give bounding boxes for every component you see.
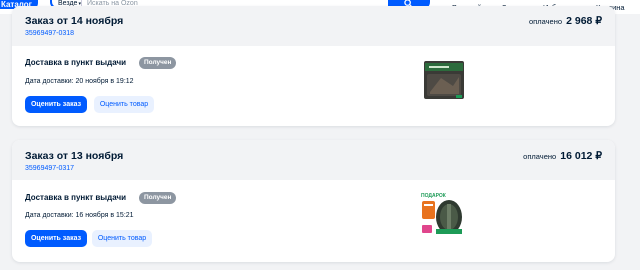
order-card-header: Заказ от 13 ноября 35969497-0317 оплачен…: [12, 140, 615, 180]
rate-order-button[interactable]: Оценить заказ: [25, 230, 87, 247]
order-card: Заказ от 14 ноября 35969497-0318 оплачен…: [12, 6, 615, 126]
delivery-method: Доставка в пункт выдачи: [25, 193, 127, 202]
product-thumbnail[interactable]: ПОДАРОК: [419, 191, 465, 237]
order-title: Заказ от 14 ноября: [25, 15, 124, 27]
rate-product-button[interactable]: Оценить товар: [92, 230, 152, 247]
delivery-method: Доставка в пункт выдачи: [25, 58, 127, 67]
delivery-date: Дата доставки: 20 ноября в 19:12: [25, 78, 134, 85]
rate-product-button[interactable]: Оценить товар: [94, 96, 154, 113]
product-thumbnail[interactable]: [421, 56, 467, 102]
order-number-link[interactable]: 35969497-0318: [25, 30, 74, 37]
order-number-link[interactable]: 35969497-0317: [25, 165, 74, 172]
order-paid: оплачено 16 012 ₽: [523, 150, 602, 162]
order-card: Заказ от 13 ноября 35969497-0317 оплачен…: [12, 140, 615, 262]
paid-label: оплачено: [523, 152, 557, 161]
status-badge: Получен: [139, 192, 177, 204]
order-paid: оплачено 2 968 ₽: [529, 15, 602, 27]
gift-label: ПОДАРОК: [421, 193, 447, 199]
status-badge: Получен: [139, 57, 177, 69]
rate-order-button[interactable]: Оценить заказ: [25, 96, 87, 113]
paid-amount: 2 968 ₽: [566, 15, 602, 27]
paid-amount: 16 012 ₽: [560, 150, 602, 162]
order-card-header: Заказ от 14 ноября 35969497-0318 оплачен…: [12, 6, 615, 46]
paid-label: оплачено: [529, 17, 563, 26]
delivery-date: Дата доставки: 16 ноября в 15:21: [25, 212, 134, 219]
order-title: Заказ от 13 ноября: [25, 150, 124, 162]
